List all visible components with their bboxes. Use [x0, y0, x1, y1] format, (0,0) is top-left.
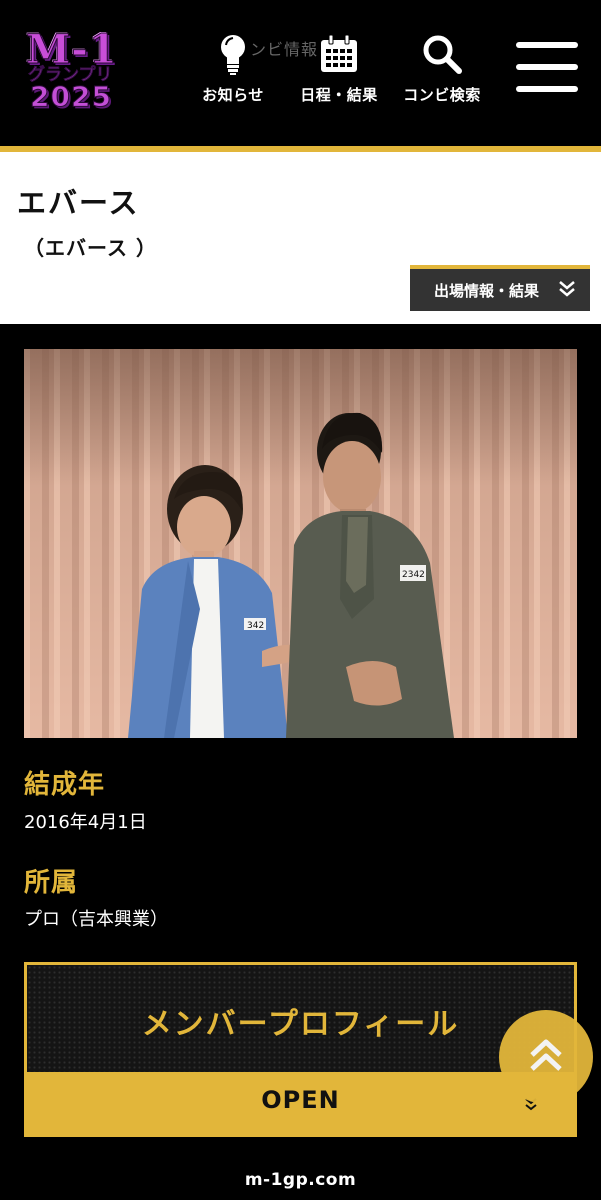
member-profile-title: メンバープロフィール [141, 1007, 460, 1042]
entry-results-label: 出場情報・結果 [434, 281, 540, 300]
m1-grand-prix-logo[interactable]: M-1 グランプリ 2025 [22, 26, 158, 113]
logo-year: 2025 [30, 80, 112, 113]
combi-stage-photo: 342 2342 [24, 349, 577, 738]
entry-number-badge-right: 2342 [402, 570, 425, 580]
nav-schedule-results[interactable]: 日程・結果 [296, 32, 382, 105]
menu-bar-top [516, 42, 578, 48]
formed-year-label: 結成年 [24, 770, 106, 800]
affiliation-value: プロ（吉本興業） [24, 909, 168, 930]
affiliation-label: 所属 [24, 868, 79, 898]
nav-news-label: お知らせ [202, 86, 264, 104]
lightbulb-icon [194, 32, 272, 76]
hamburger-menu-icon[interactable] [516, 42, 578, 92]
combi-title-panel: エバース （エバース ） 出場情報・結果 [0, 152, 601, 324]
menu-bar-middle [516, 64, 578, 70]
menu-bar-bottom [516, 86, 578, 92]
calendar-icon [296, 32, 382, 76]
open-profile-button[interactable]: OPEN [27, 1072, 574, 1134]
site-header: M-1 グランプリ 2025 ンビ情報 お知らせ 日程・結果 コンビ検索 [0, 0, 601, 146]
entry-results-button[interactable]: 出場情報・結果 [410, 265, 590, 311]
logo-title: M-1 [26, 26, 118, 73]
back-to-top-button[interactable] [499, 1010, 593, 1104]
nav-search-label: コンビ検索 [403, 86, 481, 104]
member-profile-panel[interactable]: メンバープロフィール OPEN [24, 962, 577, 1137]
combi-name: エバース [17, 186, 140, 220]
nav-news[interactable]: お知らせ [194, 32, 272, 105]
open-label: OPEN [261, 1086, 340, 1114]
nav-schedule-label: 日程・結果 [300, 86, 378, 104]
entry-number-badge-left: 342 [247, 621, 264, 631]
search-icon [396, 32, 488, 76]
formed-year-value: 2016年4月1日 [24, 812, 147, 833]
browser-url[interactable]: m-1gp.com [0, 1170, 601, 1190]
combi-reading: （エバース ） [24, 236, 157, 260]
nav-combi-search[interactable]: コンビ検索 [396, 32, 488, 105]
double-chevron-up-icon [526, 1035, 566, 1079]
double-chevron-down-icon [558, 279, 576, 301]
